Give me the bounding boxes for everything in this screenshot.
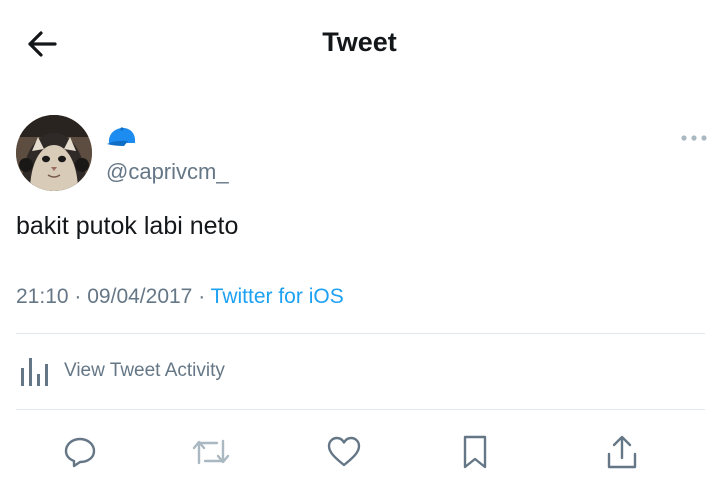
share-icon (607, 435, 637, 469)
heart-icon (327, 436, 361, 467)
view-tweet-activity-label: View Tweet Activity (64, 360, 225, 381)
meta-separator: · (198, 285, 206, 308)
reply-button[interactable] (58, 430, 102, 474)
tweet-text: bakit putok labi neto (16, 212, 239, 240)
like-button[interactable] (322, 430, 366, 474)
meta-separator: · (74, 285, 82, 308)
blue-cap-emoji (107, 127, 135, 146)
display-name[interactable] (106, 126, 138, 148)
view-tweet-activity-button[interactable]: View Tweet Activity (16, 354, 225, 388)
more-options-button[interactable] (680, 128, 708, 148)
retweet-icon (192, 439, 230, 465)
tweet-time: 21:10 (16, 285, 69, 308)
user-handle[interactable]: @caprivcm_ (106, 159, 229, 185)
retweet-button[interactable] (189, 430, 233, 474)
divider (16, 333, 705, 334)
divider (16, 409, 705, 410)
tweet-date: 09/04/2017 (87, 285, 193, 308)
tweet-metadata: 21:10 · 09/04/2017 · Twitter for iOS (16, 285, 344, 309)
bookmark-button[interactable] (453, 430, 497, 474)
more-dots-icon (681, 135, 707, 141)
bookmark-icon (463, 435, 487, 469)
share-button[interactable] (600, 430, 644, 474)
speech-bubble-icon (64, 437, 96, 468)
bar-chart-icon (21, 358, 48, 386)
tweet-source-link[interactable]: Twitter for iOS (211, 285, 344, 308)
page-title: Tweet (322, 27, 397, 57)
avatar-image (16, 115, 92, 191)
avatar[interactable] (16, 115, 92, 191)
